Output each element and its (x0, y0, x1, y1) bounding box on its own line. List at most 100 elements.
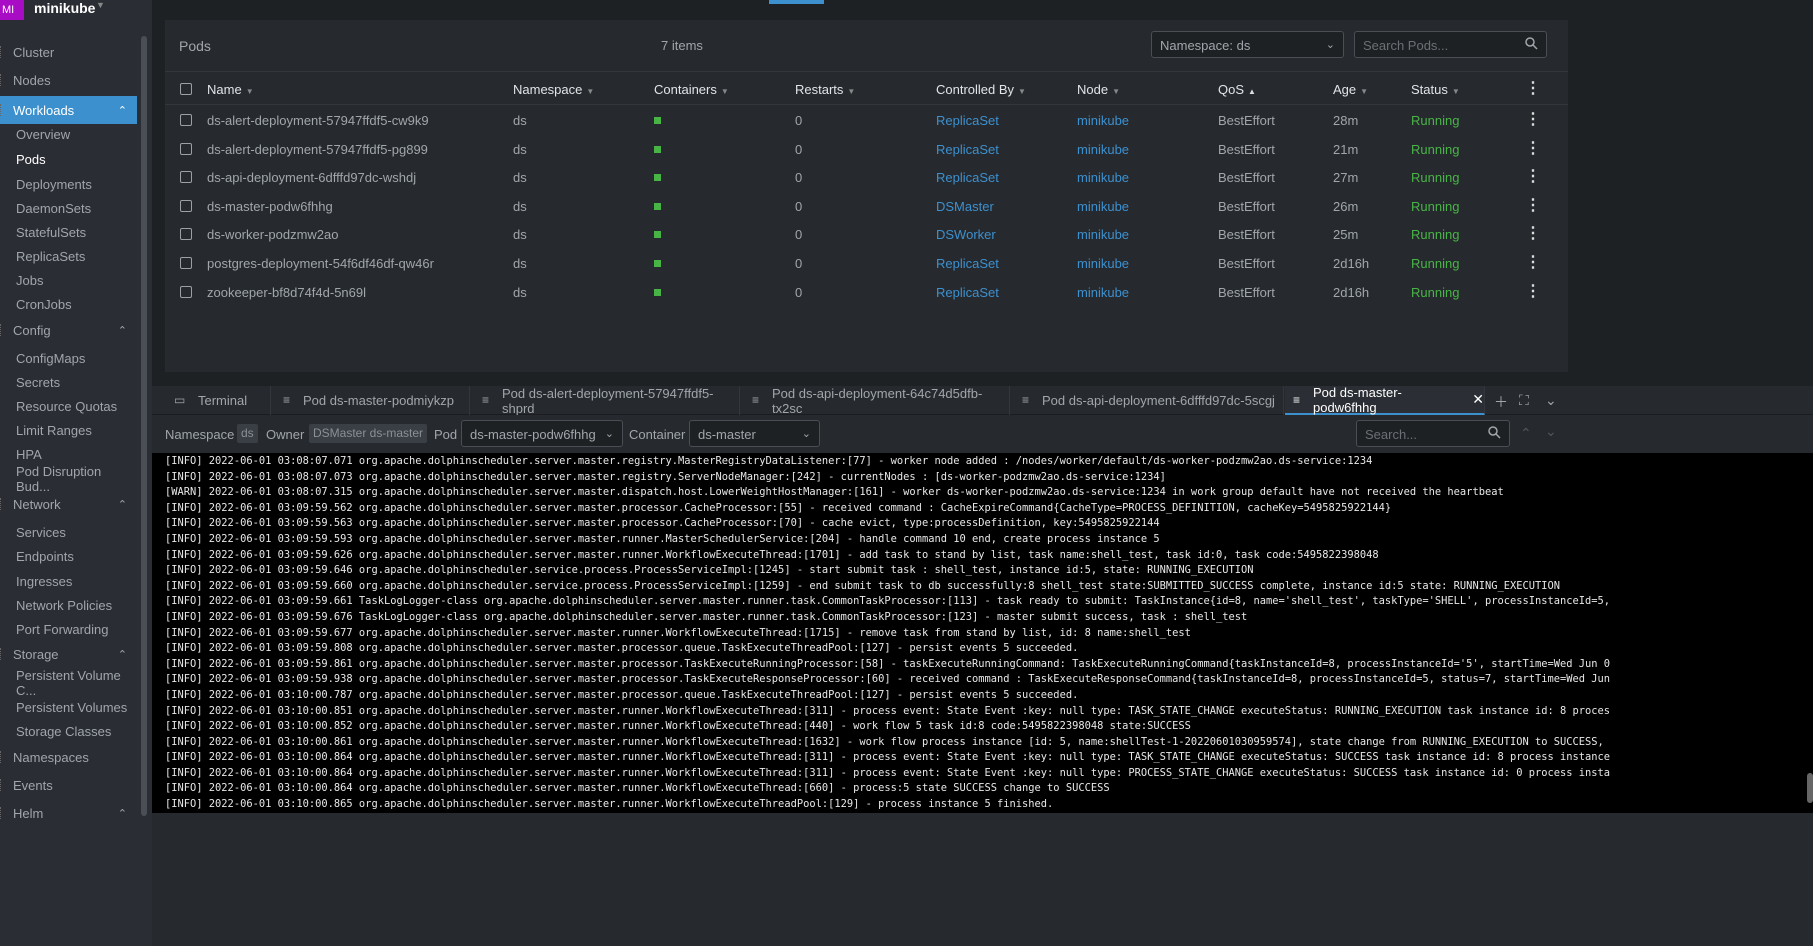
sidebar-item-config[interactable]: Config ⌃ (0, 318, 137, 342)
pod-node-link[interactable]: minikube (1077, 142, 1129, 157)
tab-pod-log-active[interactable]: ≡ Pod ds-master-podw6fhhg ✕ (1285, 385, 1485, 415)
column-menu-icon[interactable]: ⋮ (1525, 78, 1541, 98)
column-header-restarts[interactable]: Restarts ▼ (795, 82, 855, 97)
sidebar-item-statefulsets[interactable]: StatefulSets (0, 220, 137, 244)
sidebar-item-workloads[interactable]: Workloads ⌃ (0, 96, 137, 124)
close-icon[interactable]: ✕ (1472, 391, 1484, 408)
sidebar-item-cronjobs[interactable]: CronJobs (0, 292, 137, 316)
container-status-icon[interactable] (654, 260, 661, 267)
sidebar-item-daemonsets[interactable]: DaemonSets (0, 196, 137, 220)
pod-controlled-by-link[interactable]: ReplicaSet (936, 142, 999, 157)
sidebar-item-services[interactable]: Services (0, 520, 137, 544)
sidebar-item-pod-disruption-bud[interactable]: Pod Disruption Bud... (0, 464, 137, 494)
row-menu-icon[interactable]: ⋮ (1525, 166, 1541, 186)
column-header-age[interactable]: Age ▼ (1333, 82, 1368, 97)
tab-pod-log[interactable]: ≡ Pod ds-alert-deployment-57947ffdf5-shp… (474, 386, 740, 416)
sidebar-item-helm[interactable]: Helm ⌃ (0, 801, 137, 825)
container-status-icon[interactable] (654, 231, 661, 239)
container-select[interactable]: ds-master ⌄ (689, 420, 820, 447)
sidebar-item-replicasets[interactable]: ReplicaSets (0, 244, 137, 268)
row-checkbox[interactable] (180, 285, 192, 298)
chevron-down-icon[interactable]: ⌄ (1545, 423, 1557, 440)
sidebar-item-resource-quotas[interactable]: Resource Quotas (0, 394, 137, 418)
sidebar-item-jobs[interactable]: Jobs (0, 268, 137, 292)
tab-terminal[interactable]: ▭ Terminal (166, 386, 271, 415)
pod-node-link[interactable]: minikube (1077, 285, 1129, 300)
container-status-icon[interactable] (654, 202, 661, 210)
sidebar-item-cluster[interactable]: Cluster (0, 40, 137, 64)
row-checkbox[interactable] (180, 199, 192, 212)
row-checkbox[interactable] (180, 228, 192, 241)
pod-node-link[interactable]: minikube (1077, 113, 1129, 128)
log-search-input[interactable]: Search... (1356, 420, 1510, 447)
select-all-checkbox[interactable] (180, 83, 192, 95)
sidebar-item-pods[interactable]: Pods (0, 147, 137, 171)
pod-select[interactable]: ds-master-podw6fhhg ⌄ (461, 420, 623, 447)
pod-controlled-by-link[interactable]: DSWorker (936, 227, 996, 242)
column-header-node[interactable]: Node ▼ (1077, 82, 1120, 97)
chevron-down-icon[interactable]: ⌄ (1545, 392, 1557, 409)
sidebar-item-persistent-volume-c[interactable]: Persistent Volume C... (0, 668, 137, 698)
sidebar-item-limit-ranges[interactable]: Limit Ranges (0, 418, 137, 442)
pod-controlled-by-link[interactable]: ReplicaSet (936, 285, 999, 300)
row-checkbox[interactable] (180, 142, 192, 155)
sidebar-item-events[interactable]: Events (0, 773, 137, 797)
table-row[interactable]: ds-api-deployment-6dfffd97dc-wshdj ds 0 Rep… (165, 163, 1568, 191)
column-header-qos[interactable]: QoS ▲ (1218, 82, 1256, 97)
container-status-icon[interactable] (654, 145, 661, 153)
sidebar-item-secrets[interactable]: Secrets (0, 370, 137, 394)
table-row[interactable]: ds-alert-deployment-57947ffdf5-cw9k9 ds 0 R… (165, 106, 1568, 134)
tab-pod-log[interactable]: ≡ Pod ds-api-deployment-6dfffd97dc-5scgj (1014, 386, 1284, 415)
sidebar-item-configmaps[interactable]: ConfigMaps (0, 346, 137, 370)
table-row[interactable]: ds-alert-deployment-57947ffdf5-pg899 ds 0 R… (165, 135, 1568, 163)
pod-controlled-by-link[interactable]: ReplicaSet (936, 113, 999, 128)
column-header-containers[interactable]: Containers ▼ (654, 82, 729, 97)
sidebar-scrollbar[interactable] (141, 36, 147, 816)
sidebar-item-nodes[interactable]: Nodes (0, 68, 137, 92)
sidebar-item-overview[interactable]: Overview (0, 122, 137, 146)
sidebar-item-endpoints[interactable]: Endpoints (0, 544, 137, 568)
pod-node-link[interactable]: minikube (1077, 170, 1129, 185)
column-header-status[interactable]: Status ▼ (1411, 82, 1460, 97)
container-status-icon[interactable] (654, 117, 661, 124)
fullscreen-icon[interactable]: ⛶ (1519, 392, 1529, 409)
column-header-controlled-by[interactable]: Controlled By ▼ (936, 82, 1026, 97)
sidebar-item-network-policies[interactable]: Network Policies (0, 593, 137, 617)
row-checkbox[interactable] (180, 171, 192, 184)
table-row[interactable]: ds-worker-podzmw2ao ds 0 DSWorker minikube Be… (165, 220, 1568, 248)
sidebar-item-storage[interactable]: Storage ⌃ (0, 642, 137, 666)
row-checkbox[interactable] (180, 114, 192, 126)
search-pods-input[interactable]: Search Pods... (1354, 31, 1547, 58)
pod-node-link[interactable]: minikube (1077, 199, 1129, 214)
table-row[interactable]: ds-master-podw6fhhg ds 0 DSMaster minikube Be… (165, 192, 1568, 220)
row-menu-icon[interactable]: ⋮ (1525, 138, 1541, 158)
column-header-namespace[interactable]: Namespace ▼ (513, 82, 594, 97)
add-tab-icon[interactable]: ＋ (1494, 392, 1508, 412)
pod-controlled-by-link[interactable]: ReplicaSet (936, 170, 999, 185)
table-row[interactable]: zookeeper-bf8d74f4d-5n69l ds 0 ReplicaSet mi… (165, 278, 1568, 306)
row-menu-icon[interactable]: ⋮ (1525, 281, 1541, 301)
container-status-icon[interactable] (654, 288, 661, 296)
pod-node-link[interactable]: minikube (1077, 256, 1129, 271)
namespace-select[interactable]: Namespace: ds ⌄ (1151, 31, 1344, 58)
pod-node-link[interactable]: minikube (1077, 227, 1129, 242)
row-menu-icon[interactable]: ⋮ (1525, 109, 1541, 129)
sidebar-item-port-forwarding[interactable]: Port Forwarding (0, 617, 137, 641)
sidebar-item-hpa[interactable]: HPA (0, 442, 137, 466)
sidebar-item-deployments[interactable]: Deployments (0, 172, 137, 196)
tab-pod-log[interactable]: ≡ Pod ds-master-podmiykzp (275, 386, 470, 415)
row-menu-icon[interactable]: ⋮ (1525, 252, 1541, 272)
column-header-name[interactable]: Name ▼ (207, 82, 254, 97)
table-row[interactable]: postgres-deployment-54f6df46df-qw46r ds 0 R… (165, 249, 1568, 277)
pod-controlled-by-link[interactable]: DSMaster (936, 199, 994, 214)
sidebar-item-storage-classes[interactable]: Storage Classes (0, 719, 137, 743)
chevron-up-icon[interactable]: ⌃ (1520, 425, 1532, 442)
pod-controlled-by-link[interactable]: ReplicaSet (936, 256, 999, 271)
sidebar-item-persistent-volumes[interactable]: Persistent Volumes (0, 695, 137, 719)
log-scrollbar[interactable] (1807, 773, 1813, 803)
sidebar-item-namespaces[interactable]: Namespaces (0, 745, 137, 769)
row-checkbox[interactable] (180, 257, 192, 269)
sidebar-item-network[interactable]: Network ⌃ (0, 492, 137, 516)
container-status-icon[interactable] (654, 174, 661, 182)
tab-pod-log[interactable]: ≡ Pod ds-api-deployment-64c74d5dfb-tx2sc (744, 386, 1010, 416)
